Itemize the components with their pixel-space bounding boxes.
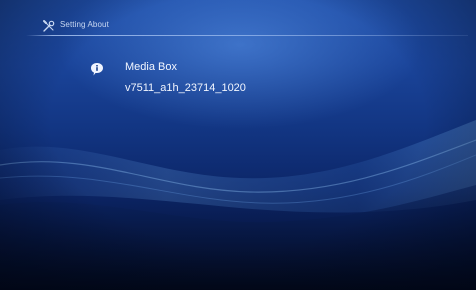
firmware-version: v7511_a1h_23714_1020 [125,82,246,94]
info-bubble-icon [89,61,105,77]
device-name: Media Box [125,61,177,73]
header-bar: Setting About [0,14,476,36]
tools-icon [42,19,56,33]
header-divider [26,35,468,36]
page-title: Setting About [60,20,109,29]
about-screen: Setting About Media Box v7511_a1h_23714_… [0,0,476,290]
background-waves [0,120,476,290]
